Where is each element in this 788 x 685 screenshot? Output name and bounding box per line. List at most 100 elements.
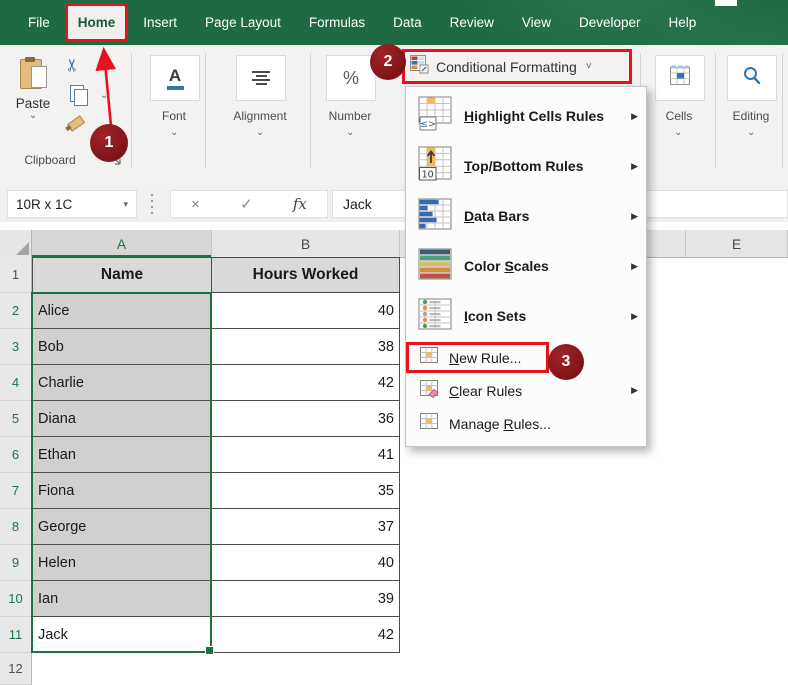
conditional-formatting-label: Conditional Formatting (436, 59, 577, 75)
font-group-button[interactable]: A (150, 55, 200, 101)
row-header-8[interactable]: 8 (0, 509, 32, 545)
menu-item-data-bars[interactable]: Data Bars▶ (406, 191, 646, 241)
row-header-11[interactable]: 11 (0, 617, 32, 653)
font-group-label: Font (146, 109, 202, 123)
font-group-chevron[interactable]: ⌄ (170, 127, 178, 138)
row-header-3[interactable]: 3 (0, 329, 32, 365)
submenu-arrow-icon: ▶ (631, 161, 638, 172)
cell-b11[interactable]: 42 (212, 617, 400, 653)
cell-a11[interactable]: Jack (32, 617, 212, 653)
menu-item-label: Manage Rules... (449, 416, 551, 432)
menu-item-top-bottom-rules[interactable]: 10 Top/Bottom Rules ▶ (406, 141, 646, 191)
cut-icon[interactable]: ✂ (63, 58, 83, 72)
name-box-dropdown-icon[interactable]: ▾ (123, 199, 128, 210)
cell-b5[interactable]: 36 (212, 401, 400, 437)
alignment-group-label: Alignment (226, 109, 294, 123)
cell-b4[interactable]: 42 (212, 365, 400, 401)
cell-a9[interactable]: Helen (32, 545, 212, 581)
menu-item-label: Clear Rules (449, 383, 522, 399)
conditional-formatting-icon (410, 55, 429, 79)
tab-formulas[interactable]: Formulas (299, 6, 375, 39)
search-icon (741, 65, 763, 92)
cell-a7[interactable]: Fiona (32, 473, 212, 509)
cell-b7[interactable]: 35 (212, 473, 400, 509)
cell-a5[interactable]: Diana (32, 401, 212, 437)
cell-b1[interactable]: Hours Worked (212, 257, 400, 293)
worksheet: ABCDE 1NameHours Worked2Alice403Bob384Ch… (0, 222, 788, 685)
menu-item-highlight-cells-rules[interactable]: ≤>Highlight Cells Rules▶ (406, 91, 646, 141)
conditional-formatting-button[interactable]: Conditional Formatting ˅ (402, 49, 632, 84)
sheet-row-6: 6Ethan41 (0, 437, 400, 473)
tab-data[interactable]: Data (383, 6, 432, 39)
row-header-1[interactable]: 1 (0, 257, 32, 293)
copy-dropdown-chevron[interactable]: ⌄ (100, 91, 108, 101)
tab-file[interactable]: File (18, 6, 60, 39)
row-header-10[interactable]: 10 (0, 581, 32, 617)
conditional-formatting-menu: ≤>Highlight Cells Rules▶10 Top/Bottom Rul… (405, 86, 647, 447)
column-header-e[interactable]: E (686, 230, 788, 257)
formula-value: Jack (343, 196, 372, 212)
color-scales-icon (416, 245, 454, 288)
cell-a8[interactable]: George (32, 509, 212, 545)
icon-sets-icon (416, 295, 454, 338)
menu-item-new-rule[interactable]: New Rule... (406, 341, 646, 374)
row-header-9[interactable]: 9 (0, 545, 32, 581)
column-header-b[interactable]: B (212, 230, 400, 257)
paste-dropdown-chevron[interactable]: ⌄ (29, 111, 37, 121)
editing-group-chevron[interactable]: ⌄ (747, 127, 755, 138)
number-group-label: Number (322, 109, 378, 123)
cell-b9[interactable]: 40 (212, 545, 400, 581)
menu-item-label: Top/Bottom Rules (464, 158, 584, 174)
menu-item-clear-rules[interactable]: Clear Rules▶ (406, 374, 646, 407)
row-header-7[interactable]: 7 (0, 473, 32, 509)
select-all-corner[interactable] (0, 230, 32, 257)
name-box[interactable]: 10R x 1C ▾ (7, 190, 137, 218)
menu-item-manage-rules[interactable]: Manage Rules... (406, 407, 646, 440)
cell-b8[interactable]: 37 (212, 509, 400, 545)
row-header-5[interactable]: 5 (0, 401, 32, 437)
menu-item-icon-sets[interactable]: Icon Sets▶ (406, 291, 646, 341)
format-painter-icon[interactable] (66, 117, 84, 131)
tab-insert[interactable]: Insert (133, 6, 187, 39)
tab-developer[interactable]: Developer (569, 6, 651, 39)
insert-function-icon[interactable]: fx (293, 195, 307, 213)
row-header-2[interactable]: 2 (0, 293, 32, 329)
tab-page-layout[interactable]: Page Layout (195, 6, 291, 39)
formula-bar-grip[interactable] (150, 194, 153, 214)
tab-help[interactable]: Help (659, 6, 707, 39)
cells-group-button[interactable] (655, 55, 705, 101)
sheet-row-4: 4Charlie42 (0, 365, 400, 401)
cell-a3[interactable]: Bob (32, 329, 212, 365)
row-header-12[interactable]: 12 (0, 653, 32, 685)
copy-icon[interactable] (70, 85, 84, 102)
alignment-group-button[interactable] (236, 55, 286, 101)
menu-item-color-scales[interactable]: Color Scales▶ (406, 241, 646, 291)
editing-group-label: Editing (722, 109, 780, 123)
cell-b3[interactable]: 38 (212, 329, 400, 365)
tab-review[interactable]: Review (440, 6, 504, 39)
cell-b10[interactable]: 39 (212, 581, 400, 617)
cells-group-chevron[interactable]: ⌄ (674, 127, 682, 138)
row-header-6[interactable]: 6 (0, 437, 32, 473)
enter-icon[interactable]: ✓ (240, 195, 253, 213)
cell-a10[interactable]: Ian (32, 581, 212, 617)
cancel-icon[interactable]: × (191, 196, 200, 213)
cell-a4[interactable]: Charlie (32, 365, 212, 401)
tab-view[interactable]: View (512, 6, 561, 39)
cell-a1[interactable]: Name (32, 257, 212, 293)
cell-a6[interactable]: Ethan (32, 437, 212, 473)
paste-button[interactable]: Paste ⌄ (8, 55, 58, 155)
number-group-chevron[interactable]: ⌄ (346, 127, 354, 138)
row-header-4[interactable]: 4 (0, 365, 32, 401)
tab-home[interactable]: Home (68, 6, 126, 39)
cell-b2[interactable]: 40 (212, 293, 400, 329)
editing-group-button[interactable] (727, 55, 777, 101)
number-group-button[interactable]: % (326, 55, 376, 101)
column-header-a[interactable]: A (32, 230, 212, 257)
cell-a2[interactable]: Alice (32, 293, 212, 329)
title-bar: FileHomeInsertPage LayoutFormulasDataRev… (0, 0, 788, 45)
menu-item-label: Data Bars (464, 208, 529, 224)
cell-b6[interactable]: 41 (212, 437, 400, 473)
alignment-group-chevron[interactable]: ⌄ (256, 127, 264, 138)
top-bottom-rules-icon: 10 (416, 145, 454, 188)
